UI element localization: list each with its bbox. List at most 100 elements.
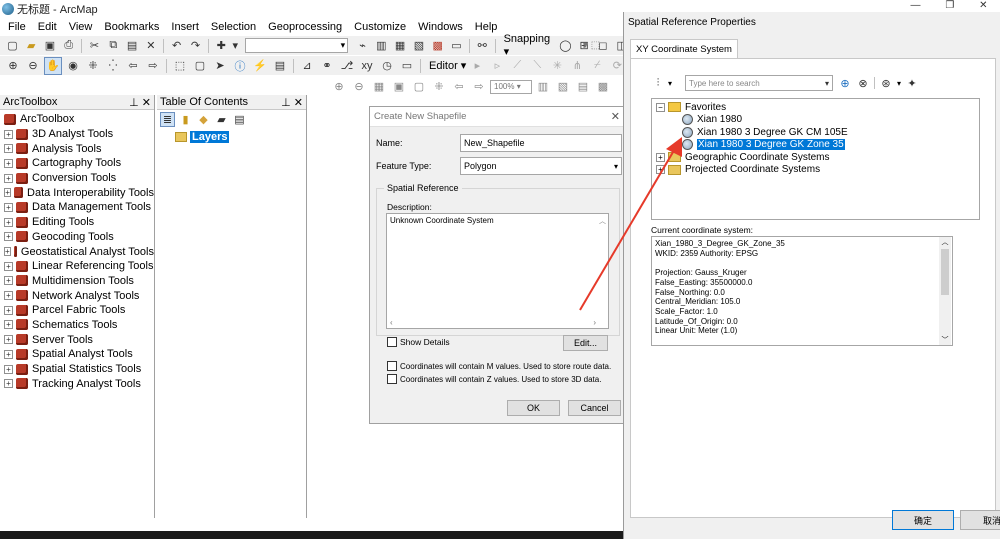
straight-segment-icon[interactable]: ⟋ bbox=[508, 57, 526, 75]
whole-page-icon[interactable]: ▣ bbox=[390, 78, 408, 96]
model-builder-icon[interactable]: ⚯ bbox=[474, 37, 491, 55]
html-popup-icon[interactable]: ▤ bbox=[271, 57, 289, 75]
close-icon[interactable]: ✕ bbox=[142, 97, 151, 109]
tool-item[interactable]: + Multidimension Tools bbox=[4, 274, 154, 289]
menu-windows[interactable]: Windows bbox=[418, 21, 463, 33]
edit-tool-icon[interactable]: ▸ bbox=[468, 57, 486, 75]
options-icon[interactable]: ▤ bbox=[232, 112, 247, 127]
editor-toolbar-icon[interactable]: ⌁ bbox=[354, 37, 371, 55]
expand-icon[interactable]: + bbox=[4, 144, 13, 154]
next-extent-page-icon[interactable]: ⇨ bbox=[470, 78, 488, 96]
go-to-xy-icon[interactable]: xy bbox=[358, 57, 376, 75]
focus-data-frame-icon[interactable]: ▧ bbox=[554, 78, 572, 96]
snapping-menu[interactable]: Snapping ▾ bbox=[504, 33, 555, 58]
expand-icon[interactable]: + bbox=[4, 188, 12, 198]
filter-icon[interactable]: ⫶ bbox=[651, 76, 665, 90]
tool-item[interactable]: + Conversion Tools bbox=[4, 171, 154, 186]
expand-icon[interactable]: + bbox=[4, 158, 13, 168]
expand-icon[interactable]: + bbox=[4, 202, 13, 212]
dropdown-arrow-icon[interactable]: ▾ bbox=[232, 37, 239, 55]
point-snapping-icon[interactable]: ◯ bbox=[557, 37, 574, 55]
menu-insert[interactable]: Insert bbox=[171, 21, 199, 33]
print-icon[interactable]: ⎙ bbox=[60, 37, 77, 55]
tool-item[interactable]: + Spatial Analyst Tools bbox=[4, 347, 154, 362]
menu-file[interactable]: File bbox=[8, 21, 26, 33]
edit-vertices-icon[interactable]: ✳ bbox=[548, 57, 566, 75]
time-slider-icon[interactable]: ◷ bbox=[378, 57, 396, 75]
change-layout-icon[interactable]: ▤ bbox=[574, 78, 592, 96]
add-to-favorites-icon[interactable]: ✦ bbox=[905, 76, 919, 90]
favorites-node[interactable]: − Favorites bbox=[656, 101, 979, 114]
expand-icon[interactable]: + bbox=[4, 129, 13, 139]
add-data-icon[interactable]: ✚ bbox=[213, 37, 230, 55]
show-details-checkbox[interactable]: Show Details bbox=[387, 337, 450, 347]
zoom-in-page-icon[interactable]: ⊕ bbox=[330, 78, 348, 96]
expand-icon[interactable]: + bbox=[4, 173, 13, 183]
menu-help[interactable]: Help bbox=[475, 21, 498, 33]
edit-button[interactable]: Edit... bbox=[563, 335, 608, 351]
measure-icon[interactable]: ⊿ bbox=[298, 57, 316, 75]
expand-icon[interactable]: + bbox=[4, 291, 13, 301]
tool-item[interactable]: + Tracking Analyst Tools bbox=[4, 376, 154, 391]
pin-icon[interactable]: ⊥ bbox=[281, 97, 291, 109]
arctoolbox-icon[interactable]: ▩ bbox=[429, 37, 446, 55]
cancel-button[interactable]: 取消 bbox=[960, 510, 1000, 530]
layers-node[interactable]: Layers bbox=[157, 129, 306, 143]
undo-icon[interactable]: ↶ bbox=[168, 37, 185, 55]
select-elements-icon[interactable]: ➤ bbox=[211, 57, 229, 75]
close-icon[interactable]: ✕ bbox=[294, 97, 303, 109]
clear-selection-icon[interactable]: ▢ bbox=[191, 57, 209, 75]
current-cs-box[interactable]: Xian_1980_3_Degree_GK_Zone_35 WKID: 2359… bbox=[651, 236, 953, 346]
catalog-icon[interactable]: ▦ bbox=[392, 37, 409, 55]
menu-view[interactable]: View bbox=[69, 21, 93, 33]
split-tool-icon[interactable]: ⌿ bbox=[588, 57, 606, 75]
tab-xy-coordinate-system[interactable]: XY Coordinate System bbox=[630, 39, 738, 58]
paste-icon[interactable]: ▤ bbox=[124, 37, 141, 55]
favorite-item-selected[interactable]: Xian 1980 3 Degree GK Zone 35 bbox=[656, 139, 979, 152]
expand-icon[interactable]: + bbox=[4, 217, 13, 227]
close-window-icon[interactable]: ✕ bbox=[979, 0, 987, 12]
menu-edit[interactable]: Edit bbox=[38, 21, 57, 33]
fixed-zoom-in-icon[interactable]: ⁜ bbox=[84, 57, 102, 75]
clear-search-icon[interactable]: ⊗ bbox=[856, 76, 870, 90]
menu-customize[interactable]: Customize bbox=[354, 21, 406, 33]
expand-icon[interactable]: + bbox=[4, 335, 13, 345]
add-dropdown-icon[interactable]: ▾ bbox=[897, 79, 901, 88]
menu-selection[interactable]: Selection bbox=[211, 21, 256, 33]
tool-item[interactable]: + Linear Referencing Tools bbox=[4, 259, 154, 274]
menu-bookmarks[interactable]: Bookmarks bbox=[104, 21, 159, 33]
collapse-icon[interactable]: − bbox=[656, 102, 665, 112]
identify-icon[interactable]: ⓘ bbox=[231, 57, 249, 75]
favorite-item[interactable]: Xian 1980 bbox=[656, 114, 979, 127]
list-by-selection-icon[interactable]: ▰ bbox=[214, 112, 229, 127]
dialog-close-icon[interactable]: ✕ bbox=[611, 110, 620, 123]
back-arrow-icon[interactable]: ⇦ bbox=[124, 57, 142, 75]
expand-icon[interactable]: + bbox=[4, 247, 11, 257]
tool-item[interactable]: + Data Management Tools bbox=[4, 200, 154, 215]
scroll-up-icon[interactable]: ︿ bbox=[939, 237, 951, 247]
tool-item[interactable]: + Analysis Tools bbox=[4, 141, 154, 156]
add-coordinate-system-icon[interactable]: ⊛ bbox=[879, 76, 893, 90]
search-window-icon[interactable]: ▧ bbox=[411, 37, 428, 55]
create-viewer-icon[interactable]: ▭ bbox=[398, 57, 416, 75]
copy-icon[interactable]: ⧉ bbox=[105, 37, 122, 55]
save-icon[interactable]: ▣ bbox=[42, 37, 59, 55]
zoom-in-icon[interactable]: ⊕ bbox=[4, 57, 22, 75]
previous-extent-page-icon[interactable]: ⇦ bbox=[450, 78, 468, 96]
zoom-percent-combo[interactable]: 100% ▾ bbox=[490, 79, 532, 94]
search-icon[interactable]: ⊕ bbox=[838, 76, 852, 90]
maximize-icon[interactable]: ❐ bbox=[945, 0, 954, 12]
find-route-icon[interactable]: ⎇ bbox=[338, 57, 356, 75]
find-binoculars-icon[interactable]: ⚭ bbox=[318, 57, 336, 75]
hyperlink-icon[interactable]: ⚡ bbox=[251, 57, 269, 75]
scroll-right-icon[interactable]: › bbox=[593, 318, 596, 327]
search-input[interactable]: Type here to search ▾ bbox=[685, 75, 833, 91]
checkbox-box[interactable] bbox=[387, 337, 397, 347]
minimize-icon[interactable]: — bbox=[910, 0, 920, 12]
tool-item[interactable]: + Schematics Tools bbox=[4, 318, 154, 333]
projected-node[interactable]: + Projected Coordinate Systems bbox=[656, 164, 979, 177]
delete-icon[interactable]: ✕ bbox=[143, 37, 160, 55]
tool-item[interactable]: + Server Tools bbox=[4, 332, 154, 347]
tool-item[interactable]: + Geostatistical Analyst Tools bbox=[4, 244, 154, 259]
fixed-zoom-page-icon[interactable]: ⁜ bbox=[430, 78, 448, 96]
